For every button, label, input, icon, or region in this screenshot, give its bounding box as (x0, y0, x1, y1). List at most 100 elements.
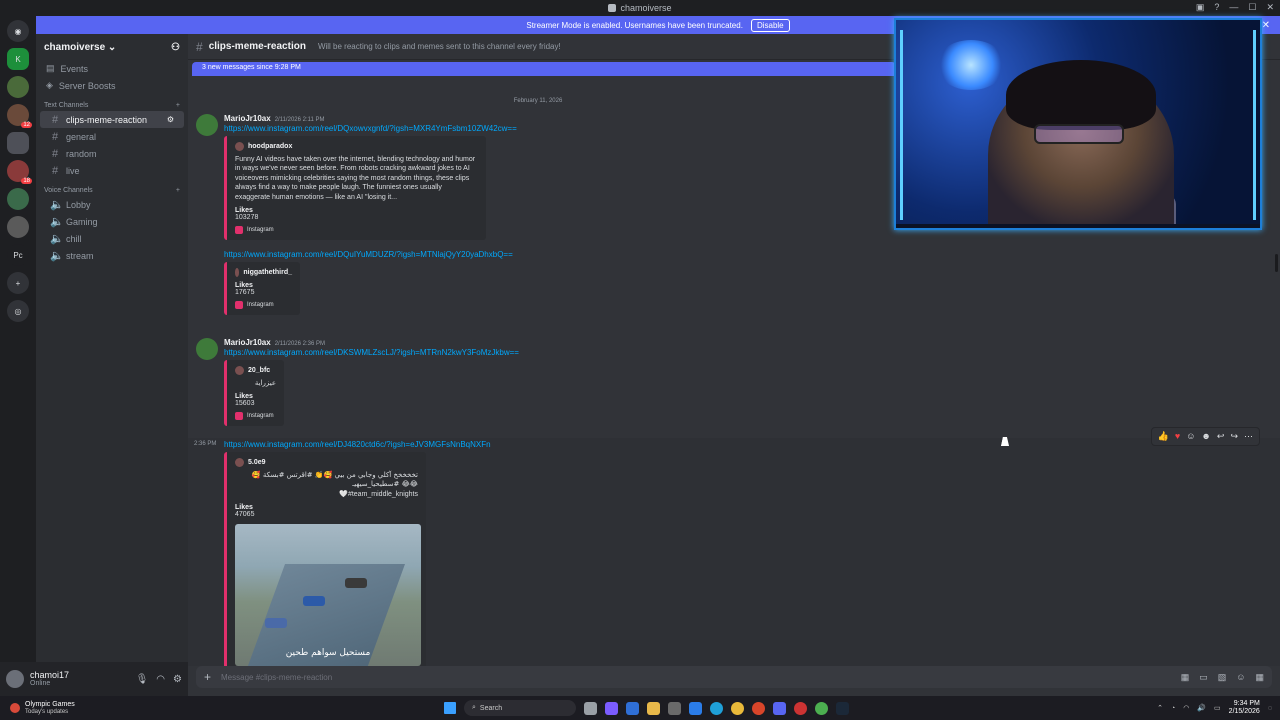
server-header[interactable]: chamoiverse ⌄ ⚇ (36, 34, 188, 60)
streamer-hair (1006, 60, 1156, 130)
embed-author[interactable]: niggathethird_ (235, 268, 292, 277)
microphone-icon[interactable]: 🎙 (136, 674, 149, 685)
embed-author[interactable]: 20_bfc (235, 366, 276, 375)
message-link[interactable]: https://www.instagram.com/reel/DKSWMLZsc… (224, 348, 519, 357)
message-composer[interactable]: + Message #clips-meme-reaction ▦ ▭ ▧ ☺ ▦ (196, 666, 1272, 688)
apps-icon[interactable]: ▦ (1255, 672, 1264, 683)
notification-bell-icon[interactable]: ◌ (1268, 705, 1272, 712)
channel-random[interactable]: # random (40, 145, 184, 162)
minimize-button[interactable]: — (1229, 2, 1238, 13)
chrome-icon[interactable] (731, 701, 744, 715)
discord-taskbar-icon[interactable] (773, 701, 786, 715)
voice-channel-lobby[interactable]: 🔈 Lobby (40, 196, 184, 213)
taskbar-clock[interactable]: 9:34 PM 2/15/2026 (1229, 700, 1260, 717)
server-icon-active[interactable] (7, 132, 29, 154)
windows-taskbar: Olympic Games Today's updates ⌕ Search ⌃ … (0, 696, 1280, 720)
windows-start-icon[interactable] (444, 702, 456, 714)
inbox-icon[interactable]: ▣ (1196, 2, 1205, 13)
server-icon[interactable]: 12 (7, 104, 32, 128)
channel-live[interactable]: # live (40, 162, 184, 179)
outlook-icon[interactable] (689, 701, 702, 715)
server-icon[interactable]: 18 (7, 160, 32, 184)
teams-icon[interactable] (626, 701, 639, 715)
server-icon[interactable]: K (7, 48, 29, 70)
wifi-icon[interactable]: ◠ (1183, 704, 1189, 712)
close-button[interactable]: ✕ (1266, 2, 1274, 13)
obs-icon[interactable] (794, 701, 807, 715)
thumbs-up-reaction-icon[interactable]: 👍 (1158, 431, 1169, 442)
disable-streamer-mode-button[interactable]: Disable (750, 18, 790, 32)
voice-channels-category[interactable]: Voice Channels + (36, 179, 188, 196)
file-explorer-icon[interactable] (647, 701, 660, 715)
channel-topic[interactable]: Will be reacting to clips and memes sent… (318, 42, 561, 51)
message-author[interactable]: MarioJr10ax 2/11/2026 2:36 PM (224, 338, 325, 347)
message-link[interactable]: https://www.instagram.com/reel/DQuIYuMDU… (224, 250, 513, 259)
edge-icon[interactable] (710, 701, 723, 715)
banner-close-icon[interactable]: ✕ (1262, 20, 1270, 31)
news-widget[interactable]: Olympic Games Today's updates (0, 701, 75, 715)
gif-icon[interactable]: ▭ (1199, 672, 1208, 683)
store-icon[interactable] (668, 701, 681, 715)
brave-icon[interactable] (752, 701, 765, 715)
settings-gear-icon[interactable]: ⚙ (173, 674, 182, 685)
chrome-alt-icon[interactable] (815, 701, 828, 715)
gift-icon[interactable]: ▦ (1181, 672, 1190, 683)
discover-icon[interactable]: ◎ (7, 300, 29, 322)
tray-overflow-icon[interactable]: ⌃ (1157, 704, 1163, 712)
author-avatar[interactable] (196, 114, 218, 136)
server-boosts-item[interactable]: ◈ Server Boosts (36, 77, 188, 94)
more-options-icon[interactable]: ⋯ (1244, 431, 1253, 442)
username: chamoi17 (30, 669, 70, 680)
author-avatar[interactable] (196, 338, 218, 360)
attach-plus-icon[interactable]: + (204, 670, 211, 684)
embed-author[interactable]: hoodparadox (235, 142, 478, 151)
embed-author-icon (235, 458, 244, 467)
embed-field-value: 17675 (235, 289, 255, 296)
steam-icon[interactable] (836, 701, 849, 715)
headphones-icon[interactable]: ◠ (156, 674, 165, 685)
message-link[interactable]: https://www.instagram.com/reel/DQxowvxgn… (224, 124, 517, 133)
embed-footer: Instagram (235, 226, 478, 235)
embed-author[interactable]: 5.0e9 (235, 458, 418, 467)
message-input[interactable]: Message #clips-meme-reaction (221, 673, 332, 682)
channel-settings-icon[interactable]: ⚙ (167, 115, 174, 124)
forward-icon[interactable]: ↪ (1230, 431, 1238, 442)
reply-icon[interactable]: ↩ (1217, 431, 1225, 442)
voice-channel-stream[interactable]: 🔈 stream (40, 247, 184, 264)
emoji-icon[interactable]: ☺ (1236, 672, 1245, 683)
server-icon[interactable]: Pc (7, 244, 29, 266)
heart-reaction-icon[interactable]: ♥ (1175, 431, 1180, 442)
add-member-icon[interactable]: ⚇ (171, 42, 180, 53)
help-icon[interactable]: ? (1214, 2, 1219, 13)
copilot-icon[interactable] (605, 701, 618, 715)
new-messages-bar[interactable]: 3 new messages since 9:28 PM (192, 62, 896, 76)
text-channels-category[interactable]: Text Channels + (36, 94, 188, 111)
add-server-icon[interactable]: + (7, 272, 29, 294)
sticker-icon[interactable]: ▧ (1218, 672, 1227, 683)
events-item[interactable]: ▤ Events (36, 60, 188, 77)
message-author[interactable]: MarioJr10ax 2/11/2026 2:11 PM (224, 114, 325, 123)
maximize-button[interactable]: ☐ (1248, 2, 1256, 13)
battery-icon[interactable]: ▭ (1214, 704, 1221, 712)
voice-channel-chill[interactable]: 🔈 chill (40, 230, 184, 247)
avatar[interactable] (6, 670, 24, 688)
server-icon[interactable] (7, 188, 29, 210)
scrollbar[interactable] (1275, 254, 1278, 272)
channel-clips-meme-reaction[interactable]: # clips-meme-reaction ⚙ (40, 111, 184, 128)
embed-footer: Instagram (235, 412, 276, 421)
add-reaction-icon[interactable]: ☻ (1201, 431, 1210, 442)
video-thumbnail[interactable]: مستحيل سواهم طحين (235, 524, 421, 667)
add-channel-icon[interactable]: + (176, 102, 180, 109)
add-channel-icon[interactable]: + (176, 187, 180, 194)
server-icon[interactable] (7, 216, 29, 238)
volume-icon[interactable]: 🔊 (1197, 704, 1206, 712)
message-link[interactable]: https://www.instagram.com/reel/DJ4820ctd… (224, 440, 491, 449)
task-view-icon[interactable] (584, 701, 597, 715)
taskbar-search[interactable]: ⌕ Search (464, 700, 576, 716)
discord-home-icon[interactable]: ◉ (7, 20, 29, 42)
channel-general[interactable]: # general (40, 128, 184, 145)
server-icon[interactable] (7, 76, 29, 98)
smile-reaction-icon[interactable]: ☺ (1186, 431, 1195, 442)
network-icon[interactable]: ◔ (1171, 705, 1175, 712)
voice-channel-gaming[interactable]: 🔈 Gaming (40, 213, 184, 230)
